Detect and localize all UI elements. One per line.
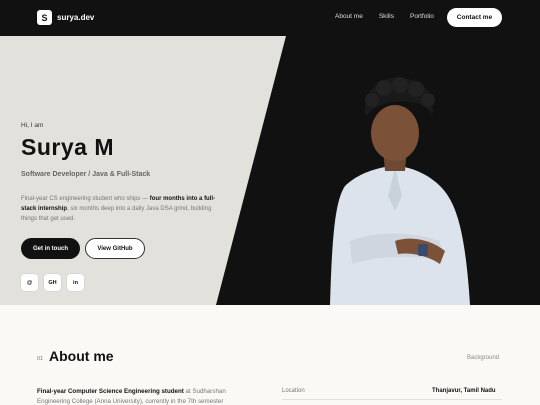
contact-button[interactable]: Contact me (447, 8, 502, 27)
info-divider (282, 399, 502, 400)
get-in-touch-button[interactable]: Get in touch (21, 238, 80, 259)
hero-greeting: Hi, I am (21, 122, 44, 129)
about-title: About me (49, 348, 114, 364)
background-label: Background (467, 355, 500, 361)
hero-desc-prefix: Final-year CS engineering student who sh… (21, 196, 150, 202)
site-logo[interactable]: S surya.dev (37, 10, 94, 25)
section-number: 01 (37, 356, 44, 362)
email-social-icon[interactable]: @ (21, 274, 38, 291)
hero-name: Surya M (21, 134, 114, 160)
logo-text: surya.dev (57, 13, 95, 22)
view-github-button[interactable]: View GitHub (85, 238, 145, 259)
hero-role: Software Developer / Java & Full-Stack (21, 171, 151, 178)
logo-mark-icon: S (37, 10, 52, 25)
location-label: Location (282, 388, 305, 394)
top-navbar: S surya.dev About me Skills Portfolio Co… (0, 0, 540, 36)
hero-section: Hi, I am Surya M Software Developer / Ja… (0, 36, 540, 305)
hero-description: Final-year CS engineering student who sh… (21, 194, 216, 224)
nav-link-skills[interactable]: Skills (379, 13, 394, 20)
nav-links: About me Skills Portfolio (335, 13, 434, 20)
nav-link-portfolio[interactable]: Portfolio (410, 13, 434, 20)
github-social-icon[interactable]: GH (44, 274, 61, 291)
nav-link-about[interactable]: About me (335, 13, 363, 20)
linkedin-social-icon[interactable]: in (67, 274, 84, 291)
about-text: Final-year Computer Science Engineering … (37, 387, 252, 405)
location-value: Thanjavur, Tamil Nadu (432, 388, 496, 394)
about-text-bold: Final-year Computer Science Engineering … (37, 388, 184, 395)
